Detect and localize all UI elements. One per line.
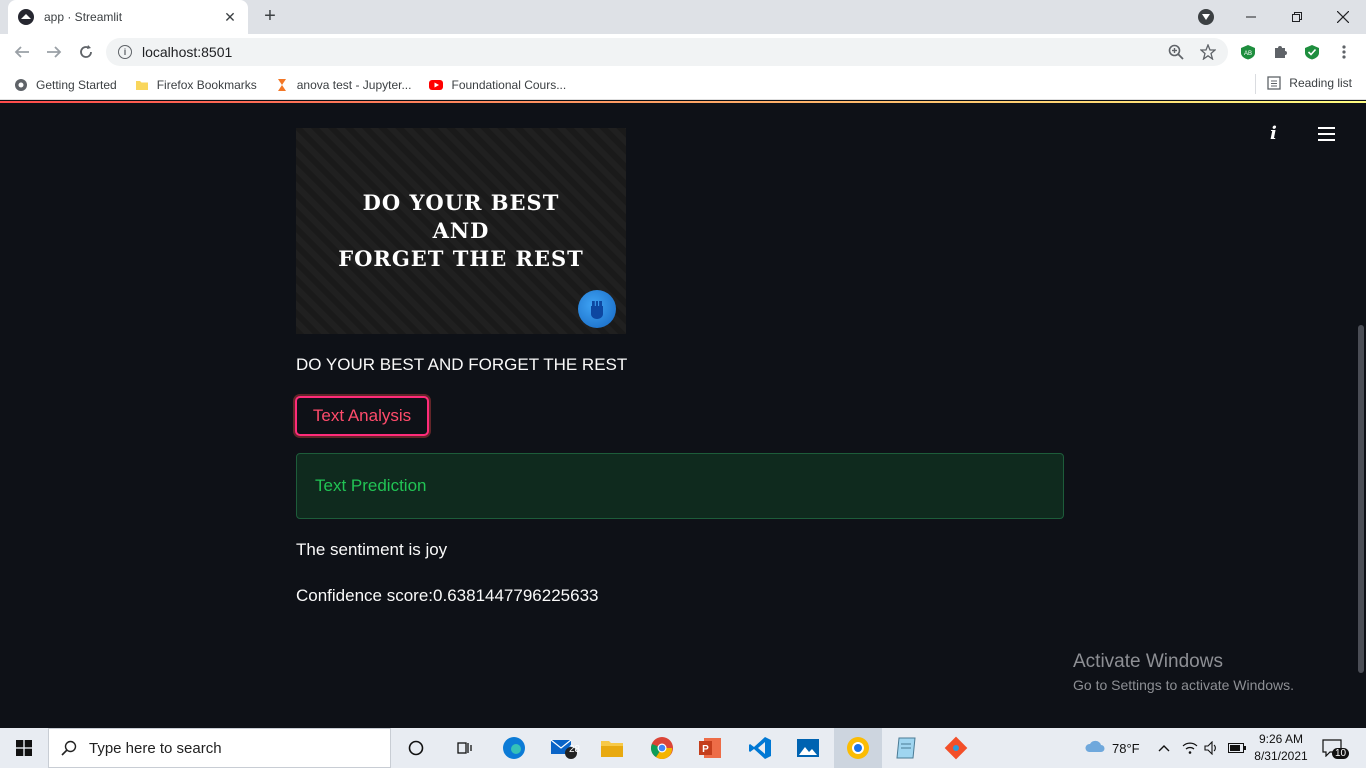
search-placeholder: Type here to search <box>89 739 222 757</box>
notification-count: 10 <box>1332 748 1350 759</box>
back-arrow-icon[interactable] <box>10 40 34 64</box>
minimize-button[interactable] <box>1228 0 1274 34</box>
adblock-extension-icon[interactable]: AB <box>1238 42 1258 62</box>
browser-tab-strip: app · Streamlit ✕ + <box>0 0 1366 34</box>
browser-toolbar: i localhost:8501 AB <box>0 34 1366 70</box>
bookmark-firefox-bookmarks[interactable]: Firefox Bookmarks <box>135 78 257 92</box>
mail-icon[interactable]: 28 <box>540 728 588 768</box>
motivational-banner-image: DO YOUR BEST AND FORGET THE REST <box>296 128 626 334</box>
bookmark-label: Getting Started <box>36 77 117 92</box>
bookmarks-bar: Getting Started Firefox Bookmarks anova … <box>0 70 1366 100</box>
edge-browser-icon[interactable] <box>490 728 538 768</box>
watermark-subtitle: Go to Settings to activate Windows. <box>1073 677 1294 693</box>
weather-temp: 78°F <box>1112 740 1140 756</box>
vscode-icon[interactable] <box>736 728 784 768</box>
git-icon[interactable] <box>932 728 980 768</box>
profile-badge-text: AB <box>1244 51 1252 57</box>
notification-center-icon[interactable]: 10 <box>1322 728 1350 768</box>
show-hidden-icons-chevron-icon[interactable] <box>1158 728 1170 768</box>
active-chrome-icon[interactable] <box>834 728 882 768</box>
info-icon[interactable]: i <box>1270 123 1277 144</box>
globe-icon <box>15 78 27 91</box>
youtube-icon <box>429 79 444 90</box>
reading-list-icon <box>1267 76 1281 90</box>
close-window-button[interactable] <box>1320 0 1366 34</box>
streamlit-favicon-icon <box>18 9 34 25</box>
streamlit-app: i DO YOUR BEST AND FORGET THE REST DO YO… <box>0 103 1366 728</box>
watermark-title: Activate Windows <box>1073 651 1223 672</box>
tab-title: app · Streamlit <box>44 10 123 24</box>
taskbar-search-box[interactable]: Type here to search <box>48 728 391 768</box>
folder-icon <box>135 80 148 90</box>
bookmark-getting-started[interactable]: Getting Started <box>14 78 117 92</box>
forward-arrow-icon[interactable] <box>42 40 66 64</box>
address-bar[interactable]: i localhost:8501 <box>106 38 1228 66</box>
shield-check-icon[interactable] <box>1302 42 1322 62</box>
search-icon <box>61 740 77 756</box>
activate-windows-watermark: Activate Windows Go to Settings to activ… <box>1073 651 1294 693</box>
bookmark-star-icon[interactable] <box>1198 42 1218 62</box>
bookmark-label: Foundational Cours... <box>451 77 567 92</box>
browser-tab[interactable]: app · Streamlit ✕ <box>8 0 248 34</box>
zoom-icon[interactable] <box>1166 42 1186 62</box>
maximize-button[interactable] <box>1274 0 1320 34</box>
chrome-icon[interactable] <box>638 728 686 768</box>
banner-line: DO YOUR BEST <box>362 190 560 215</box>
reading-list-label: Reading list <box>1289 76 1352 90</box>
clock-date: 8/31/2021 <box>1254 749 1308 763</box>
bookmarks-separator <box>1255 74 1256 94</box>
url-text: localhost:8501 <box>142 44 233 60</box>
mail-badge: 28 <box>569 744 581 755</box>
windows-start-icon[interactable] <box>0 728 48 768</box>
photos-icon[interactable] <box>784 728 832 768</box>
clock-time: 9:26 AM <box>1258 732 1304 746</box>
powerpoint-icon[interactable]: P <box>686 728 734 768</box>
site-info-icon[interactable]: i <box>118 45 132 59</box>
svg-text:P: P <box>702 744 709 755</box>
text-analysis-button[interactable]: Text Analysis <box>295 396 429 436</box>
system-clock[interactable]: 9:26 AM 8/31/2021 <box>1250 731 1312 765</box>
confidence-score: Confidence score:0.6381447796225633 <box>296 586 599 605</box>
success-message: Text Prediction <box>315 476 427 495</box>
sentiment-result: The sentiment is joy <box>296 540 448 559</box>
banner-line: AND <box>432 218 490 243</box>
jupyter-icon <box>277 78 286 91</box>
cortana-icon[interactable] <box>392 728 440 768</box>
fist-logo-icon <box>578 290 616 328</box>
reading-list-button[interactable]: Reading list <box>1267 76 1352 90</box>
tab-search-icon[interactable] <box>1198 9 1214 25</box>
hamburger-menu-icon[interactable] <box>1318 127 1335 141</box>
wifi-icon[interactable] <box>1182 728 1198 768</box>
scrollbar[interactable] <box>1358 325 1364 673</box>
image-caption: DO YOUR BEST AND FORGET THE REST <box>296 355 628 374</box>
volume-icon[interactable] <box>1204 728 1220 768</box>
bookmark-anova-test[interactable]: anova test - Jupyter... <box>275 77 412 92</box>
notepad-icon[interactable] <box>882 728 930 768</box>
battery-icon[interactable] <box>1228 728 1246 768</box>
chrome-menu-icon[interactable] <box>1334 42 1354 62</box>
banner-line: FORGET THE REST <box>338 246 584 271</box>
success-alert: Text Prediction <box>296 453 1064 519</box>
new-tab-button[interactable]: + <box>258 4 282 28</box>
bookmark-label: anova test - Jupyter... <box>296 77 412 92</box>
extensions-puzzle-icon[interactable] <box>1270 42 1290 62</box>
bookmark-foundational-course[interactable]: Foundational Cours... <box>429 78 566 92</box>
reload-icon[interactable] <box>74 40 98 64</box>
bookmark-label: Firefox Bookmarks <box>156 77 257 92</box>
task-view-icon[interactable] <box>440 728 488 768</box>
cloud-rain-icon <box>1085 740 1105 752</box>
weather-widget[interactable]: 78°F <box>1084 728 1140 768</box>
tab-close-icon[interactable]: ✕ <box>222 9 238 26</box>
file-explorer-icon[interactable] <box>588 728 636 768</box>
